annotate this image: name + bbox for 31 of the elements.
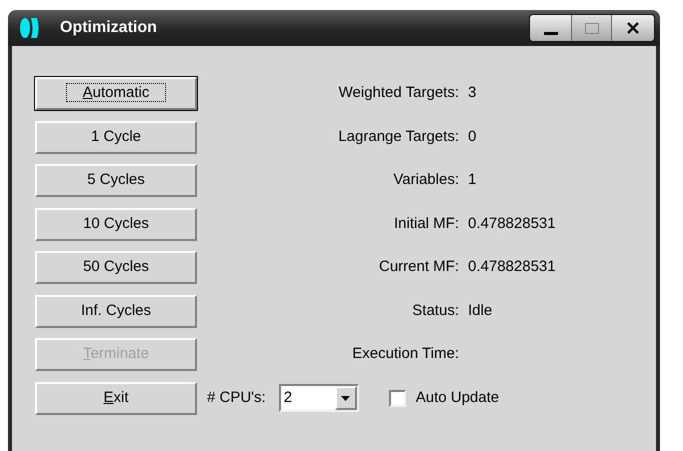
checkbox[interactable] bbox=[388, 390, 406, 406]
field-label: Execution Time: bbox=[351, 344, 459, 364]
dropdown-arrow-icon bbox=[341, 396, 350, 400]
field-value: 3 bbox=[468, 83, 476, 104]
button[interactable]: 10 Cycles bbox=[35, 208, 197, 240]
field-value: 1 bbox=[468, 170, 476, 190]
button[interactable]: 5 Cycles bbox=[35, 164, 197, 197]
button[interactable]: 50 Cycles bbox=[35, 251, 197, 284]
field-label: Variables: bbox=[392, 170, 459, 190]
field-label: Current MF: bbox=[378, 257, 459, 278]
button[interactable]: Inf. Cycles bbox=[35, 294, 197, 328]
field-label: Status: bbox=[411, 300, 459, 321]
field-value: 0.478828531 bbox=[468, 214, 556, 234]
cpu-label: # CPU's: bbox=[207, 388, 266, 408]
maximize-button[interactable] bbox=[572, 15, 612, 41]
field-value: Idle bbox=[468, 300, 492, 321]
minimize-button[interactable] bbox=[530, 15, 572, 41]
close-button[interactable] bbox=[612, 15, 654, 41]
close-icon bbox=[626, 21, 640, 35]
checkbox-label: Auto Update bbox=[416, 388, 500, 408]
field-label: Lagrange Targets: bbox=[337, 126, 459, 147]
field-value: 0.478828531 bbox=[468, 257, 556, 278]
window-title: Optimization bbox=[60, 18, 157, 38]
button[interactable]: 1 Cycle bbox=[35, 120, 197, 154]
field-label: Initial MF: bbox=[392, 214, 459, 234]
cpu-dropdown[interactable]: 2 bbox=[278, 384, 359, 412]
field-label: Weighted Targets: bbox=[338, 83, 459, 104]
lens-icon bbox=[18, 17, 40, 39]
button[interactable]: Automatic bbox=[35, 77, 197, 110]
button[interactable]: Exit bbox=[35, 382, 197, 414]
field-value: 0 bbox=[468, 126, 476, 147]
